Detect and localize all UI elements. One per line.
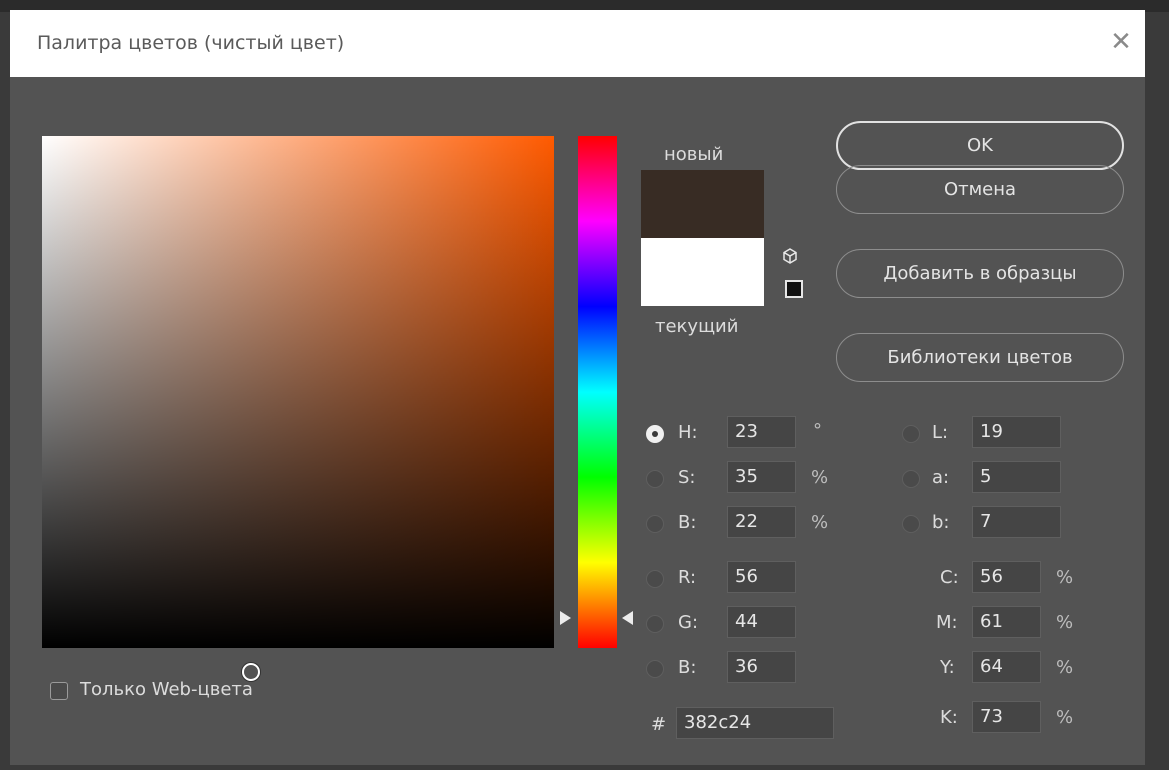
new-color-label: новый [664,144,724,165]
hue-slider-arrow-left-icon[interactable] [560,611,571,625]
input-m[interactable]: 61 [972,606,1041,638]
color-picker-dialog: Палитра цветов (чистый цвет) ✕ новый тек… [10,10,1145,765]
label-g: G: [678,612,699,633]
hue-slider-arrow-right-icon[interactable] [622,611,633,625]
label-b-lab: b: [932,512,950,533]
label-hex: # [651,714,667,735]
input-h[interactable]: 23 [727,416,796,448]
hue-slider[interactable] [578,136,617,648]
ok-button[interactable]: OK [836,121,1124,170]
radio-h[interactable] [646,425,664,443]
color-field[interactable] [42,136,554,681]
label-b-brightness: B: [678,512,697,533]
unit-percent-c: % [1056,567,1074,588]
label-k: K: [940,707,958,728]
cancel-button[interactable]: Отмена [836,165,1124,214]
radio-a[interactable] [902,470,920,488]
radio-b-lab[interactable] [902,515,920,533]
label-c: C: [940,567,959,588]
radio-s[interactable] [646,470,664,488]
unit-percent-b: % [811,512,829,533]
input-g[interactable]: 44 [727,606,796,638]
label-h: H: [678,422,698,443]
radio-b-blue[interactable] [646,660,664,678]
label-b-blue: B: [678,657,697,678]
input-l[interactable]: 19 [972,416,1061,448]
input-s[interactable]: 35 [727,461,796,493]
color-libraries-button[interactable]: Библиотеки цветов [836,333,1124,382]
label-a: a: [932,467,950,488]
label-y: Y: [940,657,955,678]
unit-percent-y: % [1056,657,1074,678]
radio-r[interactable] [646,570,664,588]
input-k[interactable]: 73 [972,701,1041,733]
label-l: L: [932,422,949,443]
web-colors-only-checkbox[interactable] [50,682,68,700]
radio-l[interactable] [902,425,920,443]
input-r[interactable]: 56 [727,561,796,593]
input-b-lab[interactable]: 7 [972,506,1061,538]
unit-degree: ° [813,420,822,441]
label-s: S: [678,467,696,488]
square-icon[interactable] [785,280,803,298]
radio-g[interactable] [646,615,664,633]
input-c[interactable]: 56 [972,561,1041,593]
dialog-title: Палитра цветов (чистый цвет) [37,32,345,54]
unit-percent-m: % [1056,612,1074,633]
input-a[interactable]: 5 [972,461,1061,493]
radio-b-brightness[interactable] [646,515,664,533]
label-m: M: [936,612,958,633]
input-y[interactable]: 64 [972,651,1041,683]
label-r: R: [678,567,697,588]
unit-percent-s: % [811,467,829,488]
title-bar: Палитра цветов (чистый цвет) ✕ [10,10,1145,77]
new-color-swatch [641,170,764,238]
close-icon[interactable]: ✕ [1103,24,1139,60]
add-to-swatches-button[interactable]: Добавить в образцы [836,249,1124,298]
input-b-blue[interactable]: 36 [727,651,796,683]
web-colors-only-label[interactable]: Только Web-цвета [80,679,253,700]
cube-icon[interactable] [782,248,798,264]
current-color-label: текущий [655,316,739,337]
unit-percent-k: % [1056,707,1074,728]
current-color-swatch[interactable] [641,238,764,306]
input-hex[interactable]: 382c24 [676,707,834,739]
input-b-brightness[interactable]: 22 [727,506,796,538]
